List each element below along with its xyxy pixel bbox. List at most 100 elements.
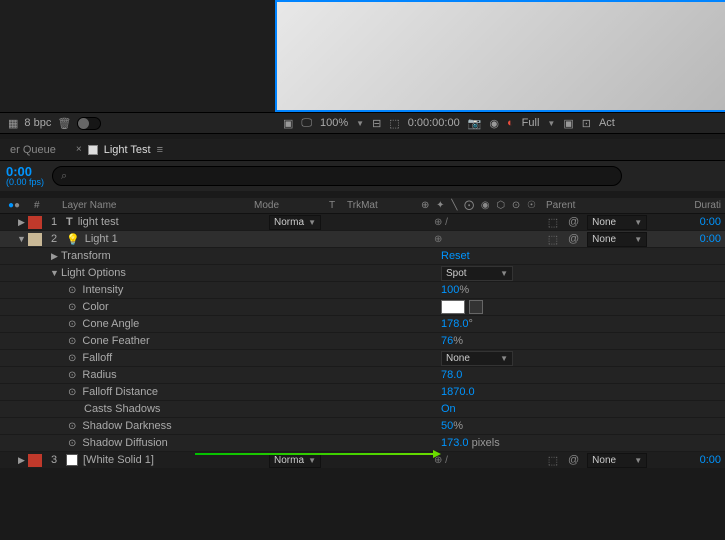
header-mode[interactable]: Mode <box>254 200 329 211</box>
header-visibility[interactable]: ●● <box>0 200 28 211</box>
layer-switches[interactable]: ⊕ <box>432 234 538 245</box>
parent-dropdown[interactable]: None▼ <box>587 453 647 468</box>
layer-name[interactable]: light test <box>78 216 119 228</box>
header-trkmat[interactable]: TrkMat <box>347 200 417 211</box>
pickwhip-icon[interactable]: @ <box>568 216 579 228</box>
property-row[interactable]: ⊙Shadow Diffusion173.0 pixels <box>0 435 725 452</box>
toggle-switch[interactable] <box>77 117 101 130</box>
twirl-arrow-icon[interactable]: ▼ <box>15 234 28 244</box>
pickwhip-icon[interactable]: @ <box>568 233 579 245</box>
twirl-arrow-icon[interactable]: ▼ <box>48 268 61 278</box>
property-row[interactable]: ⊙Shadow Darkness50% <box>0 418 725 435</box>
layer-row[interactable]: ▼ 2 💡Light 1 ⊕ ⬚ @None▼ 0:00 <box>0 231 725 248</box>
property-row[interactable]: ⊙Cone Angle178.0° <box>0 316 725 333</box>
composition-viewer[interactable] <box>275 0 725 112</box>
chevron-down-icon[interactable]: ▼ <box>356 119 364 128</box>
property-row[interactable]: ⊙Falloff Distance1870.0 <box>0 384 725 401</box>
shy-toggle[interactable]: ⬚ <box>538 233 568 246</box>
tab-light-test[interactable]: × Light Test <box>66 141 178 159</box>
light-type-dropdown[interactable]: Spot▼ <box>441 266 513 281</box>
twirl-arrow-icon[interactable]: ▶ <box>15 217 28 228</box>
property-value[interactable]: 173.0 pixels <box>441 437 500 449</box>
property-row[interactable]: ⊙Color <box>0 299 725 316</box>
resolution-dropdown[interactable]: Full <box>522 117 540 129</box>
layer-row[interactable]: ▶ 1 Tlight test Norma▼ ⊕ / ⬚ @None▼ 0:00 <box>0 214 725 231</box>
header-t[interactable]: T <box>329 200 347 211</box>
twirl-arrow-icon[interactable]: ▶ <box>15 455 28 466</box>
grid-icon[interactable]: ▣ <box>283 117 293 130</box>
chevron-down-icon[interactable]: ▼ <box>547 119 555 128</box>
header-duration[interactable]: Durati <box>689 200 725 211</box>
monitor-icon[interactable]: 🖵 <box>301 117 312 130</box>
reset-link[interactable]: Reset <box>441 250 470 262</box>
active-camera-label[interactable]: Act <box>599 117 615 129</box>
parent-dropdown[interactable]: None▼ <box>587 215 647 230</box>
header-parent[interactable]: Parent <box>542 200 689 211</box>
timecode-value[interactable]: 0:00:00:00 <box>408 117 460 129</box>
property-row[interactable]: ⊙FalloffNone▼ <box>0 350 725 367</box>
layer-color-label[interactable] <box>28 216 42 229</box>
shy-toggle[interactable]: ⬚ <box>538 216 568 229</box>
bit-depth-label[interactable]: 8 bpc <box>24 117 51 129</box>
view-icon[interactable]: ⊡ <box>582 117 591 130</box>
header-switches[interactable]: ⊕ ✦ ╲ ⨀ ◉ ⬡ ⊙ ☉ <box>417 200 542 211</box>
color-mgmt-icon[interactable]: ◐ <box>507 117 514 129</box>
falloff-dropdown[interactable]: None▼ <box>441 351 513 366</box>
transparency-icon[interactable]: ▣ <box>563 117 573 130</box>
aspect-icon[interactable]: ⊟ <box>372 117 381 130</box>
camera-icon[interactable]: 📷 <box>468 117 482 130</box>
pickwhip-icon[interactable]: @ <box>568 454 579 466</box>
stopwatch-icon[interactable]: ⊙ <box>68 319 76 330</box>
layer-switches[interactable]: ⊕ / <box>432 455 538 466</box>
property-value[interactable]: 76% <box>441 335 463 347</box>
property-value[interactable]: 178.0° <box>441 318 473 330</box>
property-row[interactable]: ⊙Radius78.0 <box>0 367 725 384</box>
property-group-row[interactable]: ▼ Light Options Spot▼ <box>0 265 725 282</box>
tab-render-queue[interactable]: er Queue <box>0 141 66 159</box>
property-group-label: Transform <box>61 250 111 262</box>
stopwatch-icon[interactable]: ⊙ <box>68 302 76 313</box>
parent-dropdown[interactable]: None▼ <box>587 232 647 247</box>
layer-switches[interactable]: ⊕ / <box>432 217 538 228</box>
bit-depth-icon[interactable]: ▦ <box>8 117 18 130</box>
shy-toggle[interactable]: ⬚ <box>538 454 568 467</box>
panel-tabs: er Queue × Light Test <box>0 139 725 161</box>
property-row[interactable]: ⊙Intensity100% <box>0 282 725 299</box>
stopwatch-icon[interactable]: ⊙ <box>68 353 76 364</box>
mask-icon[interactable]: ⬚ <box>389 117 399 130</box>
panel-menu-icon[interactable] <box>157 144 168 156</box>
property-value[interactable]: 1870.0 <box>441 386 475 398</box>
blend-mode-dropdown[interactable]: Norma▼ <box>269 215 321 230</box>
trash-icon[interactable]: 🗑 <box>57 117 71 130</box>
twirl-arrow-icon[interactable]: ▶ <box>48 251 61 262</box>
property-row[interactable]: ⊙Cone Feather76% <box>0 333 725 350</box>
snapshot-icon[interactable]: ◉ <box>489 117 499 130</box>
zoom-value[interactable]: 100% <box>320 117 348 129</box>
header-index[interactable]: # <box>28 200 56 211</box>
header-layer-name[interactable]: Layer Name <box>56 200 254 211</box>
property-row[interactable]: Casts ShadowsOn <box>0 401 725 418</box>
layer-color-label[interactable] <box>28 233 42 246</box>
layer-duration[interactable]: 0:00 <box>689 454 725 466</box>
layer-color-label[interactable] <box>28 454 42 467</box>
property-value[interactable]: 78.0 <box>441 369 462 381</box>
layer-duration[interactable]: 0:00 <box>689 233 725 245</box>
close-icon[interactable]: × <box>76 144 82 155</box>
layer-name[interactable]: Light 1 <box>85 233 118 245</box>
property-group-row[interactable]: ▶ Transform Reset <box>0 248 725 265</box>
layer-name[interactable]: [White Solid 1] <box>83 454 154 466</box>
stopwatch-icon[interactable]: ⊙ <box>68 370 76 381</box>
stopwatch-icon[interactable]: ⊙ <box>68 438 76 449</box>
search-input[interactable]: ⌕ <box>52 166 622 186</box>
stopwatch-icon[interactable]: ⊙ <box>68 421 76 432</box>
property-value[interactable]: On <box>441 403 456 415</box>
stopwatch-icon[interactable]: ⊙ <box>68 387 76 398</box>
property-value[interactable]: 50% <box>441 420 463 432</box>
layer-duration[interactable]: 0:00 <box>689 216 725 228</box>
stopwatch-icon[interactable]: ⊙ <box>68 336 76 347</box>
color-swatch[interactable] <box>441 300 465 314</box>
eyedropper-icon[interactable] <box>469 300 483 314</box>
text-layer-icon: T <box>66 216 73 228</box>
property-value[interactable]: 100% <box>441 284 469 296</box>
stopwatch-icon[interactable]: ⊙ <box>68 285 76 296</box>
